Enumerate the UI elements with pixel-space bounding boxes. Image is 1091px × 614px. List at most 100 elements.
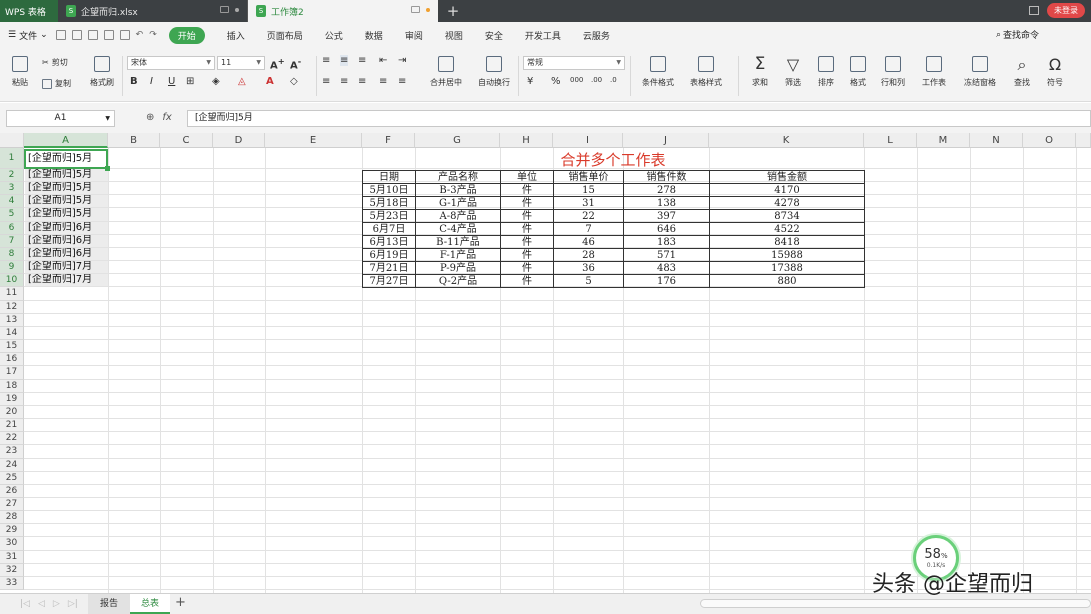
cell-a[interactable]: [企望而归]5月 xyxy=(25,182,108,195)
column-header[interactable]: A xyxy=(24,133,108,148)
wrap-text-button[interactable]: 自动换行 xyxy=(475,56,513,88)
column-header[interactable]: C xyxy=(160,133,213,148)
column-header[interactable]: E xyxy=(265,133,362,148)
row-header[interactable]: 15 xyxy=(0,340,24,354)
format-painter-button[interactable]: 格式刷 xyxy=(87,56,117,88)
window-mode-icon[interactable] xyxy=(1029,6,1039,15)
table-cell[interactable]: 880 xyxy=(709,274,865,288)
eraser-icon[interactable]: ◇ xyxy=(290,76,298,87)
row-header[interactable]: 31 xyxy=(0,550,24,564)
font-size-select[interactable]: 11 ▼ xyxy=(217,56,265,70)
tab-data[interactable]: 数据 xyxy=(365,29,383,42)
cell-a[interactable]: [企望而归]7月 xyxy=(25,274,108,287)
font-name-select[interactable]: 宋体 ▼ xyxy=(127,56,215,70)
tab-security[interactable]: 安全 xyxy=(485,29,503,42)
symbol-button[interactable]: Ω 符号 xyxy=(1040,56,1070,88)
bold-icon[interactable]: B xyxy=(130,76,138,87)
first-sheet-icon[interactable]: |◁ xyxy=(20,599,30,609)
row-header[interactable]: 8 xyxy=(0,247,24,262)
table-cell[interactable]: 278 xyxy=(623,183,710,197)
table-cell[interactable]: 5月18日 xyxy=(362,196,416,210)
table-cell[interactable]: 7月21日 xyxy=(362,261,416,275)
cell-a[interactable]: [企望而归]5月 xyxy=(25,169,108,182)
redo-icon[interactable]: ↷ xyxy=(149,30,157,40)
filter-button[interactable]: ▽ 筛选 xyxy=(778,56,808,88)
table-cell[interactable]: 6月13日 xyxy=(362,235,416,249)
table-cell[interactable]: 5月10日 xyxy=(362,183,416,197)
table-cell[interactable]: 件 xyxy=(500,222,554,236)
export-icon[interactable] xyxy=(87,30,98,40)
row-header[interactable]: 13 xyxy=(0,313,24,327)
align-left-icon[interactable]: ≡ xyxy=(322,76,330,87)
underline-icon[interactable]: U xyxy=(168,76,175,87)
find-command[interactable]: ⌕ 查找命令 xyxy=(996,28,1039,42)
next-sheet-icon[interactable]: ▷ xyxy=(53,599,60,609)
table-cell[interactable]: 46 xyxy=(553,235,624,249)
align-top-icon[interactable]: ≡ xyxy=(322,55,330,66)
unsaved-dot-icon[interactable] xyxy=(426,7,430,12)
table-title[interactable]: 合并多个工作表 xyxy=(362,149,864,170)
italic-icon[interactable]: I xyxy=(150,76,153,87)
row-header[interactable]: 25 xyxy=(0,471,24,485)
cell-a[interactable]: [企望而归]6月 xyxy=(25,247,108,261)
table-cell[interactable]: 31 xyxy=(553,196,624,210)
row-header[interactable]: 30 xyxy=(0,537,24,551)
row-header[interactable]: 26 xyxy=(0,484,24,498)
table-cell[interactable]: 件 xyxy=(500,196,554,210)
table-cell[interactable]: B-3产品 xyxy=(415,183,501,197)
tab-home[interactable]: 开始 xyxy=(168,26,205,44)
spreadsheet-grid[interactable]: A B C D E F G H I J K L M N O 1234567891… xyxy=(0,133,1091,593)
paste-button[interactable]: 粘贴 xyxy=(8,56,32,88)
indent-increase-icon[interactable]: ⇥ xyxy=(398,55,406,66)
tab-insert[interactable]: 插入 xyxy=(227,29,245,42)
row-header[interactable]: 19 xyxy=(0,392,24,406)
align-center-icon[interactable]: ≡ xyxy=(340,76,348,87)
row-header[interactable]: 4 xyxy=(0,195,24,209)
cell-a[interactable]: [企望而归]6月 xyxy=(25,234,108,247)
preview-icon[interactable] xyxy=(119,30,130,40)
column-header[interactable]: B xyxy=(108,133,160,148)
table-cell[interactable]: G-1产品 xyxy=(415,196,501,210)
prev-sheet-icon[interactable]: ◁ xyxy=(38,599,45,609)
file-menu[interactable]: ☰ 文件 ⌄ xyxy=(8,29,48,42)
row-header[interactable]: 32 xyxy=(0,563,24,577)
rows-cols-button[interactable]: 行和列 xyxy=(876,56,910,88)
table-cell[interactable]: P-9产品 xyxy=(415,261,501,275)
table-cell[interactable]: 22 xyxy=(553,209,624,223)
row-header[interactable]: 29 xyxy=(0,524,24,538)
table-cell[interactable]: 件 xyxy=(500,209,554,223)
currency-icon[interactable]: ¥ xyxy=(527,76,533,87)
row-header[interactable]: 5 xyxy=(0,208,24,222)
table-cell[interactable]: A-8产品 xyxy=(415,209,501,223)
table-cell[interactable]: 件 xyxy=(500,183,554,197)
table-cell[interactable]: 件 xyxy=(500,274,554,288)
table-cell[interactable]: 4278 xyxy=(709,196,865,210)
undo-icon[interactable]: ↶ xyxy=(136,30,144,40)
table-cell[interactable]: 8418 xyxy=(709,235,865,249)
table-cell[interactable]: 件 xyxy=(500,261,554,275)
column-header[interactable]: D xyxy=(213,133,265,148)
header-cell[interactable]: 销售单价 xyxy=(553,170,624,184)
sum-button[interactable]: Σ 求和 xyxy=(745,56,775,88)
screen-icon[interactable] xyxy=(411,6,420,13)
table-cell[interactable]: 138 xyxy=(623,196,710,210)
row-header[interactable]: 6 xyxy=(0,221,24,235)
percent-icon[interactable]: % xyxy=(551,76,561,87)
header-cell[interactable]: 产品名称 xyxy=(415,170,501,184)
decrease-decimal-icon[interactable]: .0 xyxy=(610,76,617,84)
row-header[interactable]: 1 xyxy=(0,148,24,169)
column-header[interactable]: K xyxy=(709,133,864,148)
table-cell[interactable]: 483 xyxy=(623,261,710,275)
tab-page-layout[interactable]: 页面布局 xyxy=(267,29,303,42)
close-dot-icon[interactable] xyxy=(235,7,239,12)
row-header[interactable]: 10 xyxy=(0,274,24,288)
sheet-tab-report[interactable]: 报告 xyxy=(88,594,130,614)
increase-decimal-icon[interactable]: .00 xyxy=(591,76,602,84)
column-header[interactable]: F xyxy=(362,133,415,148)
column-header[interactable]: I xyxy=(553,133,623,148)
font-color-icon[interactable]: ◬ xyxy=(238,76,246,87)
table-cell[interactable]: C-4产品 xyxy=(415,222,501,236)
column-header[interactable]: N xyxy=(970,133,1023,148)
table-cell[interactable]: 6月19日 xyxy=(362,248,416,262)
row-header[interactable]: 20 xyxy=(0,405,24,420)
